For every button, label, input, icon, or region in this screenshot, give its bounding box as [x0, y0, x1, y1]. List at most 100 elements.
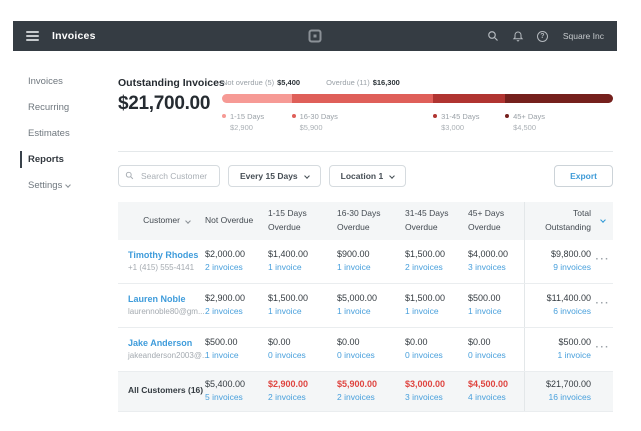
cell-amount: $900.00 [337, 248, 405, 260]
summary-total-amount: $21,700.00 [118, 93, 222, 115]
customer-name-link[interactable]: Timothy Rhodes [128, 249, 205, 261]
cell-invoices-link[interactable]: 1 invoice [205, 350, 268, 361]
cell-amount: $500.00 [205, 336, 268, 348]
top-bar: Invoices ? Square Inc [13, 21, 617, 51]
column-header-total-outstanding[interactable]: TotalOutstanding [524, 202, 613, 240]
hamburger-menu-icon[interactable] [26, 31, 39, 41]
aging-labels: 1-15 Days$2,900 16-30 Days$5,900 31-45 D… [222, 111, 613, 134]
cell-amount: $500.00 [468, 292, 524, 304]
total-invoices-link[interactable]: 9 invoices [553, 262, 591, 273]
column-header-45plus: 45+ DaysOverdue [468, 202, 524, 240]
aging-bar-segment-45plus [505, 94, 613, 103]
customers-table: Customer Not Overdue 1-15 DaysOverdue 16… [118, 202, 613, 412]
outstanding-summary: Outstanding Invoices $21,700.00 Not over… [118, 51, 613, 134]
aging-label-1-15: 1-15 Days$2,900 [222, 111, 292, 134]
cell-invoices-link[interactable]: 4 invoices [468, 392, 524, 403]
cell-invoices-link[interactable]: 2 invoices [205, 262, 268, 273]
search-icon[interactable] [487, 30, 499, 42]
cell-invoices-link[interactable]: 1 invoice [268, 306, 337, 317]
aging-bar-segment-31-45 [433, 94, 505, 103]
table-header-row: Customer Not Overdue 1-15 DaysOverdue 16… [118, 202, 613, 240]
cell-invoices-link[interactable]: 0 invoices [405, 350, 468, 361]
cell-invoices-link[interactable]: 3 invoices [405, 392, 468, 403]
chevron-down-icon [65, 182, 71, 188]
square-logo-icon [309, 30, 322, 43]
cell-invoices-link[interactable]: 2 invoices [337, 392, 405, 403]
cell-invoices-link[interactable]: 1 invoice [405, 306, 468, 317]
cell-amount: $4,000.00 [468, 248, 524, 260]
legend-dot-icon [433, 114, 437, 118]
customer-name-link[interactable]: Lauren Noble [128, 293, 205, 305]
help-icon[interactable]: ? [537, 31, 548, 42]
total-amount: $21,700.00 [546, 378, 591, 390]
export-button[interactable]: Export [554, 165, 613, 187]
cell-invoices-link[interactable]: 1 invoice [468, 306, 524, 317]
chevron-down-icon [185, 218, 191, 224]
column-header-not-overdue: Not Overdue [205, 202, 268, 240]
cell-invoices-link[interactable]: 3 invoices [468, 262, 524, 273]
period-dropdown[interactable]: Every 15 Days [228, 165, 321, 187]
customer-contact: jakeanderson2003@... [128, 351, 205, 362]
aging-bar-segment-16-30 [292, 94, 434, 103]
cell-amount: $2,900.00 [268, 378, 337, 390]
cell-amount: $1,500.00 [405, 248, 468, 260]
notifications-bell-icon[interactable] [512, 30, 524, 42]
customer-contact: laurennoble80@gm... [128, 307, 205, 318]
sidebar-item-estimates[interactable]: Estimates [20, 125, 118, 142]
search-icon [125, 171, 134, 180]
cell-amount: $1,500.00 [405, 292, 468, 304]
cell-invoices-link[interactable]: 1 invoice [268, 262, 337, 273]
legend-dot-icon [292, 114, 296, 118]
all-customers-label: All Customers (16) [128, 385, 205, 396]
row-menu-button[interactable]: ··· [596, 297, 611, 311]
cell-invoices-link[interactable]: 2 invoices [405, 262, 468, 273]
overdue-legend: Overdue (11)$16,300 [326, 78, 400, 87]
cell-invoices-link[interactable]: 2 invoices [268, 392, 337, 403]
row-menu-button[interactable]: ··· [596, 341, 611, 355]
chevron-down-icon [304, 173, 310, 179]
cell-amount: $0.00 [405, 336, 468, 348]
total-invoices-link[interactable]: 1 invoice [557, 350, 591, 361]
legend-dot-icon [222, 114, 226, 118]
customer-name-link[interactable]: Jake Anderson [128, 337, 205, 349]
cell-invoices-link[interactable]: 1 invoice [337, 306, 405, 317]
total-invoices-link[interactable]: 6 invoices [553, 306, 591, 317]
account-name[interactable]: Square Inc [563, 31, 604, 41]
cell-invoices-link[interactable]: 1 invoice [337, 262, 405, 273]
sidebar-item-settings[interactable]: Settings [20, 177, 118, 194]
app-window: Invoices ? Square Inc Invoices Recurring… [13, 21, 617, 412]
cell-amount: $1,500.00 [268, 292, 337, 304]
cell-invoices-link[interactable]: 0 invoices [268, 350, 337, 361]
total-amount: $500.00 [558, 336, 591, 348]
sidebar-item-reports[interactable]: Reports [20, 151, 118, 168]
cell-amount: $2,000.00 [205, 248, 268, 260]
location-dropdown[interactable]: Location 1 [329, 165, 407, 187]
cell-amount: $2,900.00 [205, 292, 268, 304]
cell-invoices-link[interactable]: 0 invoices [468, 350, 524, 361]
column-header-31-45: 31-45 DaysOverdue [405, 202, 468, 240]
table-row[interactable]: Lauren Noble laurennoble80@gm... $2,900.… [118, 284, 613, 328]
cell-invoices-link[interactable]: 2 invoices [205, 306, 268, 317]
row-menu-button[interactable]: ··· [596, 253, 611, 267]
not-overdue-legend: Not overdue (5)$5,400 [222, 78, 300, 87]
cell-amount: $5,900.00 [337, 378, 405, 390]
cell-amount: $5,400.00 [205, 378, 268, 390]
cell-invoices-link[interactable]: 5 invoices [205, 392, 268, 403]
sidebar: Invoices Recurring Estimates Reports Set… [13, 51, 118, 412]
table-row[interactable]: Jake Anderson jakeanderson2003@... $500.… [118, 328, 613, 372]
summary-title: Outstanding Invoices [118, 77, 222, 89]
total-outstanding-cell: $500.00 1 invoice ··· [524, 328, 613, 371]
app-title: Invoices [52, 30, 96, 42]
total-invoices-link[interactable]: 16 invoices [548, 392, 591, 403]
table-row[interactable]: Timothy Rhodes +1 (415) 555-4141 $2,000.… [118, 240, 613, 284]
customer-contact: +1 (415) 555-4141 [128, 263, 205, 274]
sidebar-item-recurring[interactable]: Recurring [20, 99, 118, 116]
filter-bar: Every 15 Days Location 1 Export [118, 152, 613, 187]
column-header-customer[interactable]: Customer [118, 202, 205, 240]
aging-bar [222, 94, 613, 103]
total-outstanding-cell: $9,800.00 9 invoices ··· [524, 240, 613, 283]
cell-amount: $3,000.00 [405, 378, 468, 390]
cell-invoices-link[interactable]: 0 invoices [337, 350, 405, 361]
total-outstanding-cell: $11,400.00 6 invoices ··· [524, 284, 613, 327]
sidebar-item-invoices[interactable]: Invoices [20, 73, 118, 90]
